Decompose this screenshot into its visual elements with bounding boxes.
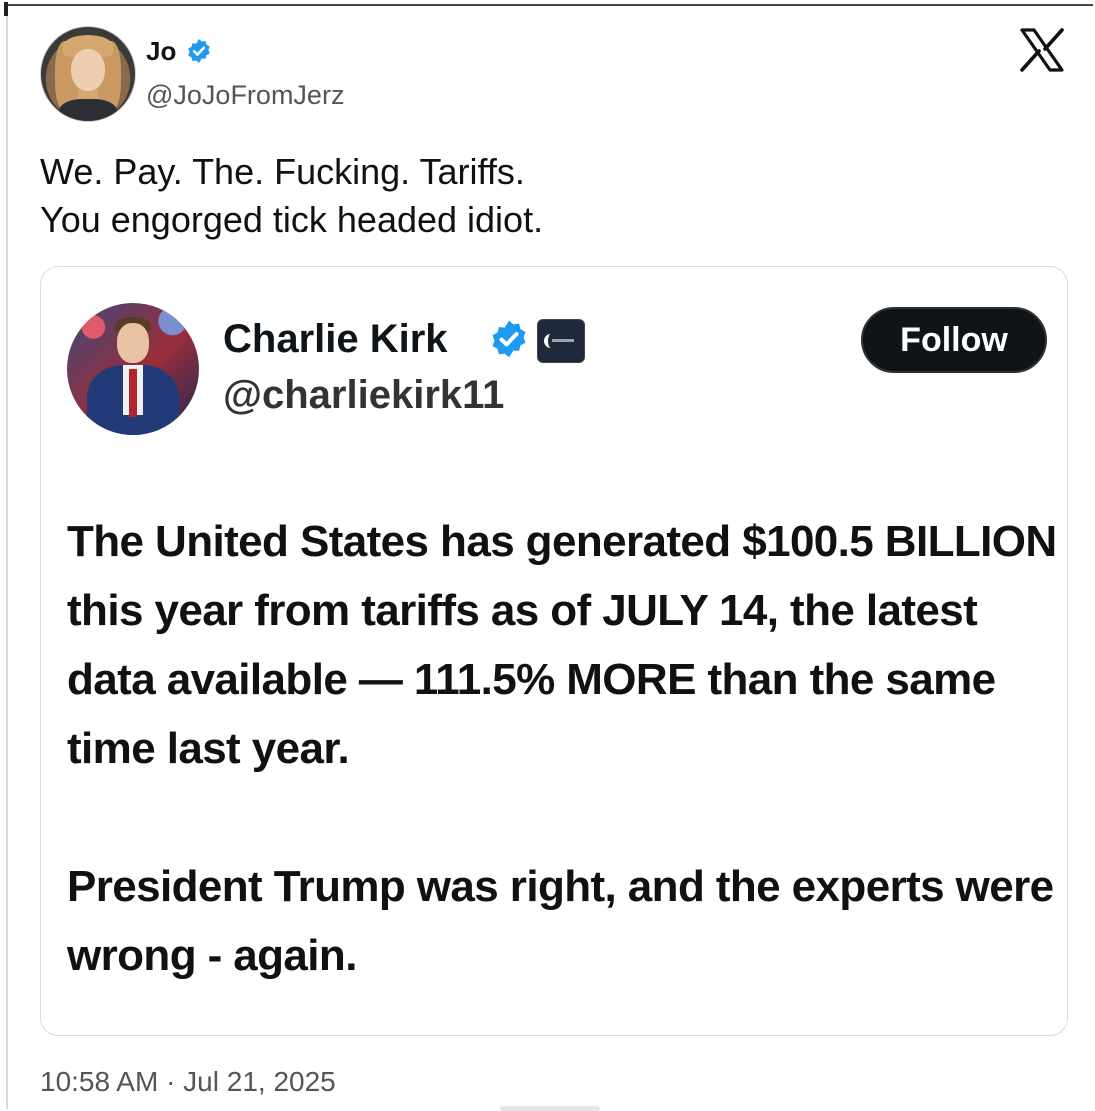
verified-icon [492, 320, 526, 358]
author-name[interactable]: Jo [146, 36, 176, 67]
follow-button[interactable]: Follow [861, 307, 1047, 373]
tweet-line-1: We. Pay. The. Fucking. Tariffs. [40, 151, 525, 192]
corner-mark [4, 2, 8, 16]
tweet-text: We. Pay. The. Fucking. Tariffs. You engor… [40, 148, 543, 244]
tweet-line-2: You engorged tick headed idiot. [40, 199, 544, 240]
quoted-tweet-text: The United States has generated $100.5 B… [67, 507, 1057, 990]
tweet-timestamp[interactable]: 10:58 AM · Jul 21, 2025 [40, 1066, 336, 1098]
verified-icon [188, 39, 210, 63]
quoted-tweet-card[interactable]: Charlie Kirk @charliekirk11 Follow The U… [40, 266, 1068, 1036]
quoted-paragraph-2: President Trump was right, and the exper… [67, 862, 1054, 980]
author-handle[interactable]: @JoJoFromJerz [146, 80, 344, 111]
bottom-handle-bar [500, 1106, 600, 1111]
quoted-author-name[interactable]: Charlie Kirk [223, 317, 448, 362]
author-avatar[interactable] [40, 26, 136, 122]
quoted-paragraph-1: The United States has generated $100.5 B… [67, 517, 1057, 773]
x-logo-icon[interactable] [1018, 28, 1066, 72]
affiliation-badge-icon[interactable] [537, 319, 585, 363]
quoted-author-avatar[interactable] [67, 303, 199, 435]
quoted-author-handle[interactable]: @charliekirk11 [223, 373, 504, 418]
